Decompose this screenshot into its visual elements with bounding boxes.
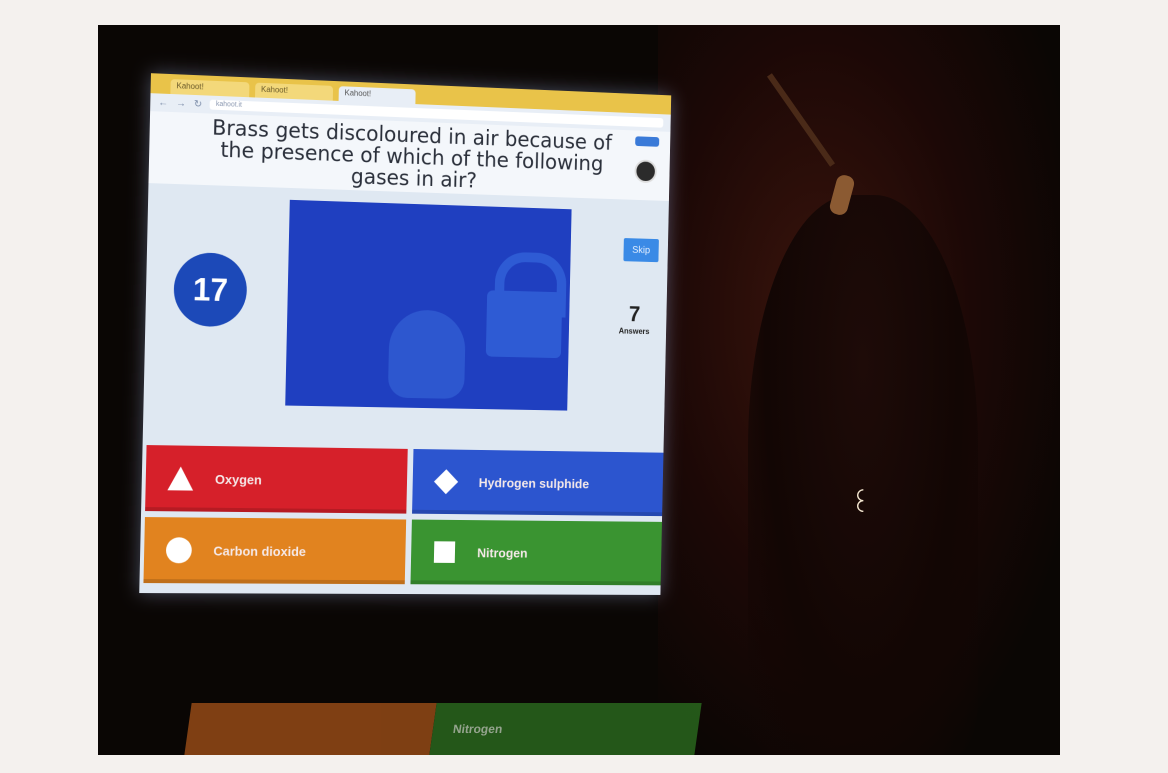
browser-tab-active[interactable]: Kahoot! (338, 86, 416, 105)
reflection-label: Nitrogen (452, 722, 504, 736)
fullscreen-toggle[interactable] (635, 136, 660, 147)
diamond-icon (433, 469, 458, 495)
chair-glint: ꒰ (850, 489, 871, 519)
back-icon[interactable]: ← (158, 97, 168, 108)
question-image (285, 199, 572, 411)
answer-label: Hydrogen sulphide (478, 474, 590, 491)
answers-counter: 7 Answers (619, 302, 651, 336)
answer-option-carbon-dioxide[interactable]: Carbon dioxide (143, 517, 406, 585)
answer-label: Nitrogen (477, 545, 528, 560)
triangle-icon (167, 466, 194, 491)
answer-label: Carbon dioxide (213, 543, 307, 559)
answers-label: Answers (618, 326, 650, 337)
answer-option-hydrogen-sulphide[interactable]: Hydrogen sulphide (411, 448, 664, 517)
reflection-green: Nitrogen (429, 703, 702, 755)
projected-screen: Kahoot! Kahoot! Kahoot! ← → ↻ kahoot.it … (139, 73, 685, 604)
hand-icon (387, 309, 466, 399)
answer-grid: Oxygen Hydrogen sulphide Carbon dioxide … (143, 445, 664, 595)
forward-icon[interactable]: → (176, 98, 186, 109)
reflection-orange (184, 703, 437, 755)
person-silhouette (748, 195, 978, 755)
answer-label: Oxygen (214, 471, 262, 487)
lock-body (485, 290, 563, 359)
circle-icon (165, 537, 193, 564)
table-reflection: Nitrogen (184, 703, 702, 755)
answer-option-oxygen[interactable]: Oxygen (145, 445, 408, 514)
quiz-screen: Kahoot! Kahoot! Kahoot! ← → ↻ kahoot.it … (139, 73, 672, 595)
countdown-timer: 17 (173, 251, 248, 328)
answers-count: 7 (628, 301, 641, 327)
photograph: ꒰ Nitrogen Kahoot! Kahoot! Kahoot! ← → ↻… (98, 25, 1060, 755)
answer-option-nitrogen[interactable]: Nitrogen (410, 519, 662, 586)
skip-button[interactable]: Skip (623, 238, 659, 263)
avatar[interactable] (634, 159, 657, 184)
square-icon (431, 539, 456, 565)
question-text: Brass gets discoloured in air because of… (211, 115, 613, 193)
question-body: 17 Skip 7 Answers (143, 183, 669, 413)
browser-tab[interactable]: Kahoot! (255, 82, 334, 101)
browser-tab[interactable]: Kahoot! (170, 79, 250, 98)
reload-icon[interactable]: ↻ (194, 98, 203, 109)
